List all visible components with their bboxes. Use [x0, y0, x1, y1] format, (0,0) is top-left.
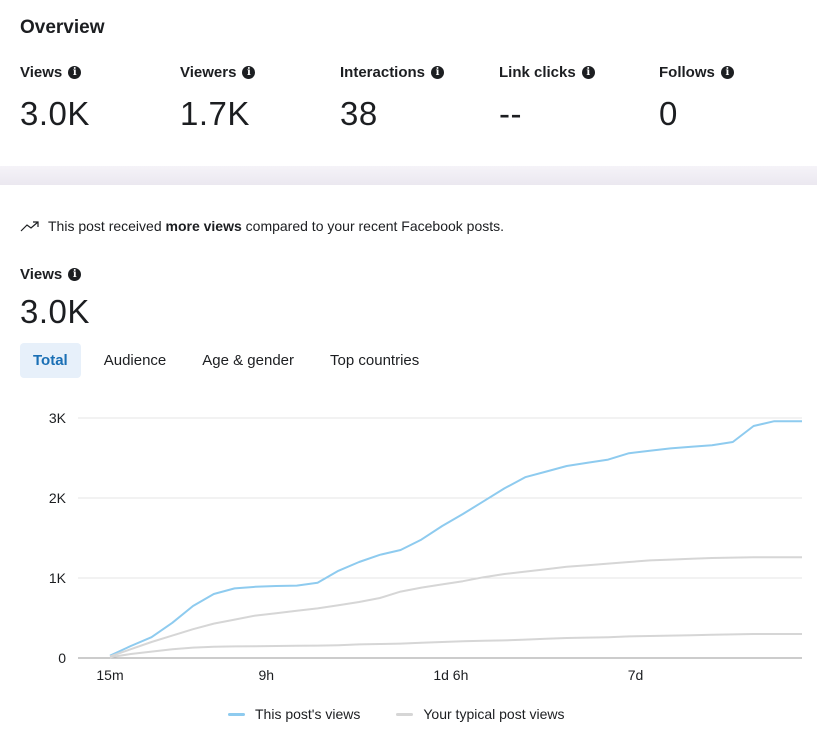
views-label-text: Views	[20, 266, 63, 283]
metric-value: 1.7K	[180, 95, 250, 132]
y-tick-label: 1K	[49, 570, 67, 586]
trend-text-prefix: This post received	[48, 218, 166, 234]
tab-top-countries[interactable]: Top countries	[317, 343, 432, 378]
metric-value: 0	[659, 95, 678, 132]
metric-label: Follows	[659, 64, 715, 81]
legend-swatch	[396, 712, 414, 716]
series-line-typical-lower	[109, 633, 802, 659]
y-tick-label: 2K	[49, 490, 67, 506]
y-tick-label: 0	[58, 650, 66, 666]
metric-label: Views	[20, 64, 63, 81]
legend-item-this-post: This post's views	[228, 706, 360, 722]
metric-label: Interactions	[340, 64, 426, 81]
metric-value: --	[499, 95, 522, 132]
metric-viewers: Viewers i 1.7K	[180, 64, 256, 133]
metric-label: Viewers	[180, 64, 237, 81]
info-icon[interactable]: i	[68, 268, 82, 281]
y-tick-label: 3K	[49, 410, 67, 426]
chart-tabs: Total Audience Age & gender Top countrie…	[20, 343, 442, 378]
info-icon[interactable]: i	[242, 66, 256, 79]
info-icon[interactable]: i	[68, 66, 82, 79]
metric-follows: Follows i 0	[659, 64, 734, 133]
trend-text-bold: more views	[165, 218, 242, 234]
x-tick-label: 15m	[96, 667, 123, 683]
metric-interactions: Interactions i 38	[340, 64, 445, 133]
metric-label: Link clicks	[499, 64, 576, 81]
tab-age-gender[interactable]: Age & gender	[189, 343, 307, 378]
x-tick-label: 7d	[628, 667, 644, 683]
views-label: Views i	[20, 266, 82, 283]
views-value: 3.0K	[20, 293, 90, 330]
legend-label: Your typical post views	[423, 706, 565, 722]
trending-up-icon	[20, 221, 39, 232]
views-line-chart: 0 1K 2K 3K 15m 9h 1d 6h 7d	[49, 410, 802, 683]
metric-views: Views i 3.0K	[20, 64, 90, 133]
tab-total[interactable]: Total	[20, 343, 81, 378]
legend-swatch	[228, 712, 245, 716]
metric-value: 38	[340, 95, 378, 132]
info-icon[interactable]: i	[581, 66, 595, 79]
metric-link-clicks: Link clicks i --	[499, 64, 595, 133]
trend-message: This post received more views compared t…	[20, 218, 504, 234]
metric-value: 3.0K	[20, 95, 90, 132]
x-tick-label: 1d 6h	[433, 667, 468, 683]
legend-item-typical: Your typical post views	[396, 706, 564, 722]
trend-text-suffix: compared to your recent Facebook posts.	[241, 218, 505, 234]
info-icon[interactable]: i	[431, 66, 445, 79]
section-divider	[0, 166, 817, 185]
info-icon[interactable]: i	[720, 66, 734, 79]
tab-audience[interactable]: Audience	[91, 343, 180, 378]
series-line-this-post	[109, 420, 802, 657]
overview-title: Overview	[20, 17, 105, 38]
legend-label: This post's views	[255, 706, 361, 722]
x-tick-label: 9h	[258, 667, 274, 683]
chart-legend: This post's views Your typical post view…	[228, 706, 564, 722]
